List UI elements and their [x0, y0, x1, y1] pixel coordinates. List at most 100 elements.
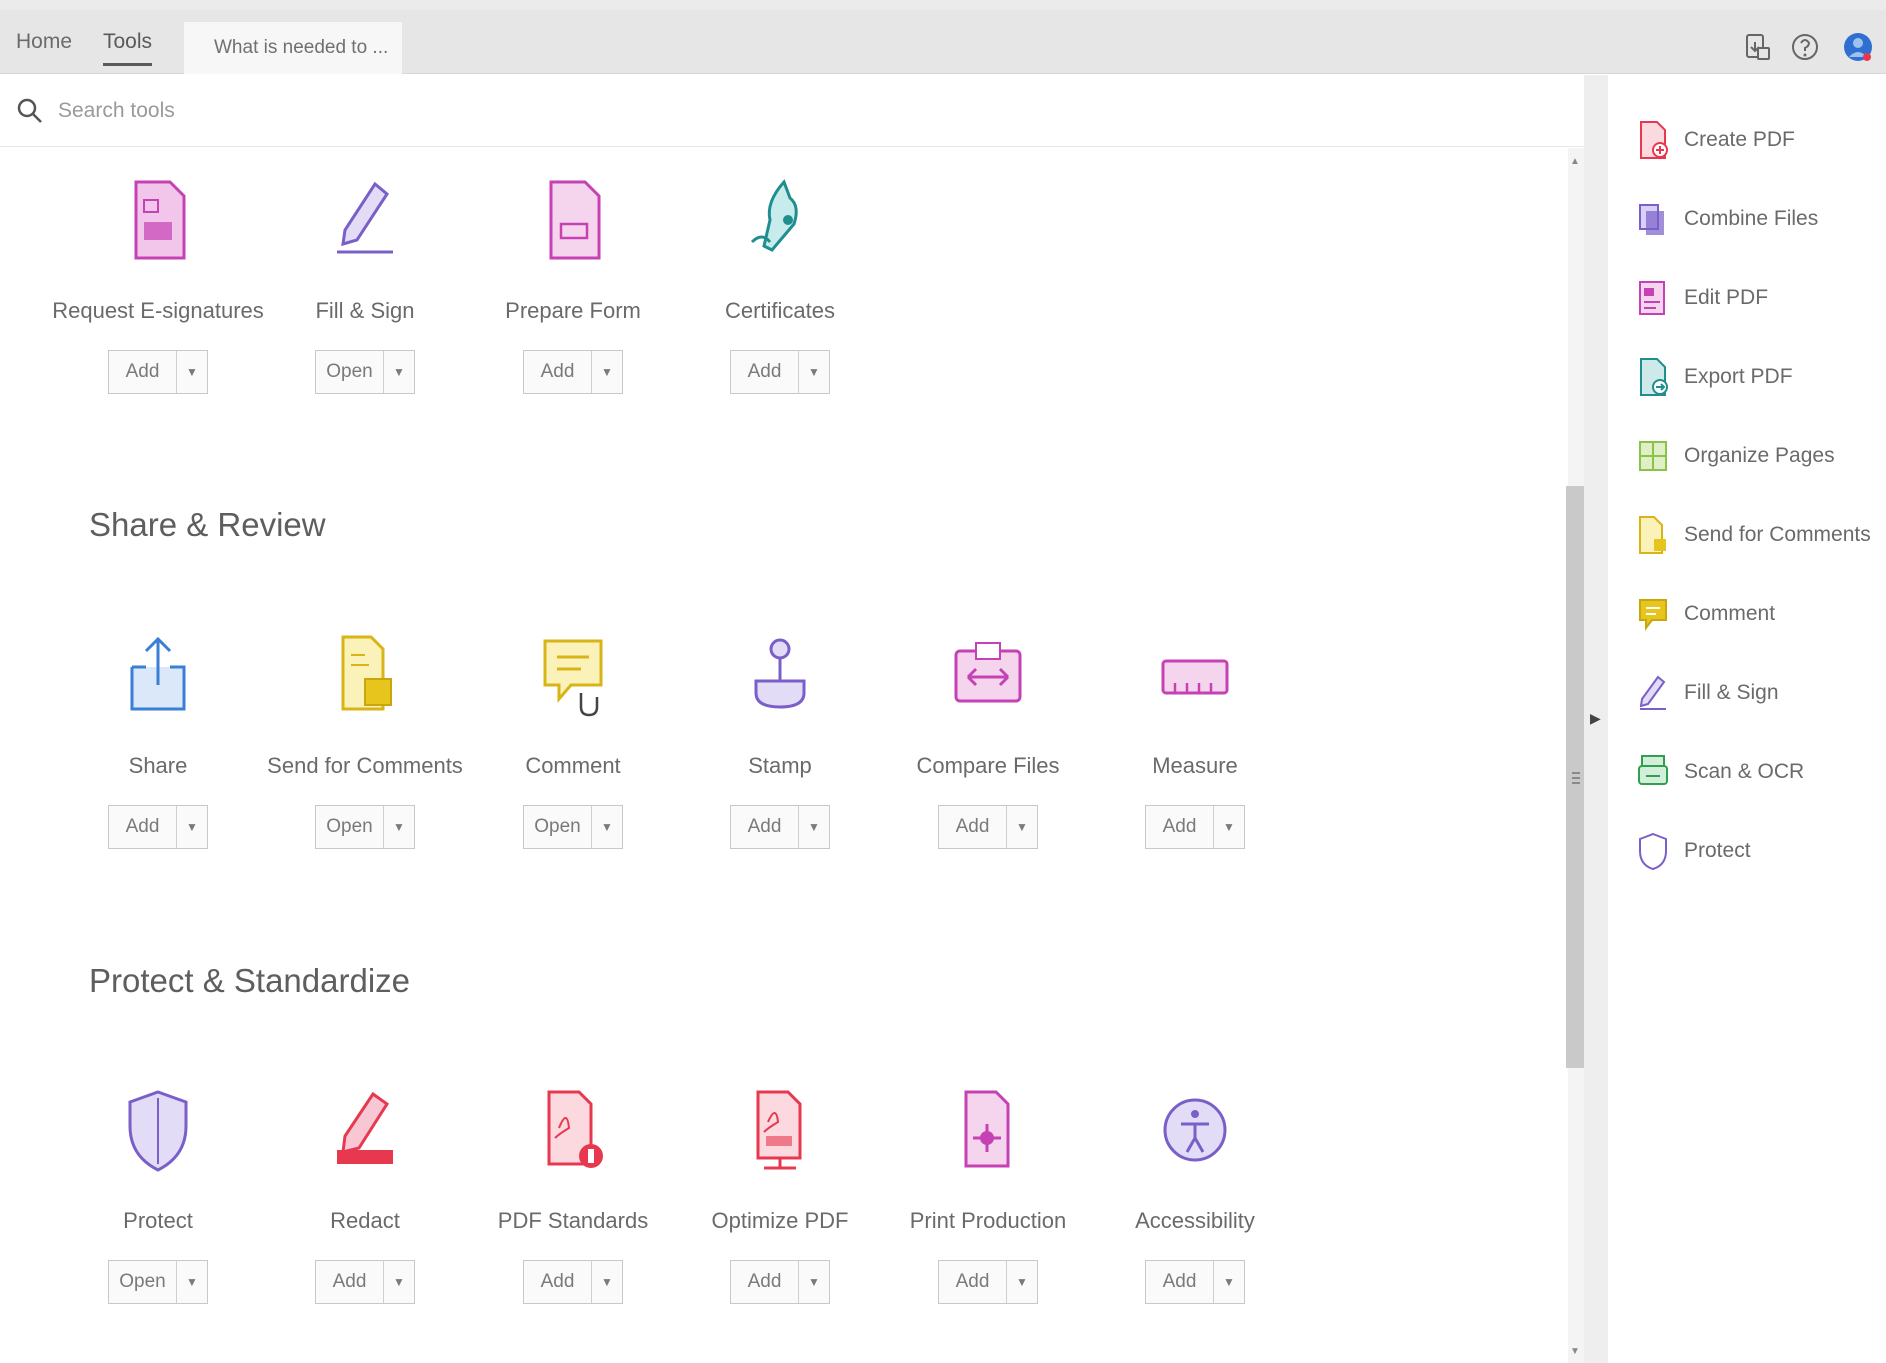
chevron-down-icon[interactable]: ▼ — [592, 1261, 622, 1303]
tool-card-print-production: Print Production Add ▼ — [888, 1088, 1088, 1348]
print-production-icon — [964, 1090, 1010, 1168]
help-icon[interactable] — [1790, 32, 1820, 62]
tool-action-button[interactable]: Add ▼ — [523, 1260, 623, 1304]
section-title-share-review: Share & Review — [89, 506, 326, 543]
mobile-link-icon[interactable] — [1742, 32, 1772, 62]
search-bar — [0, 75, 1584, 147]
tool-action-label[interactable]: Add — [109, 806, 177, 848]
search-icon — [17, 98, 42, 123]
collapse-panel-icon[interactable]: ▶ — [1590, 710, 1601, 727]
tool-action-label[interactable]: Add — [731, 806, 799, 848]
tool-action-label[interactable]: Add — [316, 1261, 384, 1303]
tool-name: Certificates — [724, 298, 836, 323]
tab-document[interactable]: What is needed to ... — [184, 22, 402, 74]
send-comments-icon — [1639, 516, 1666, 554]
tool-action-button[interactable]: Add ▼ — [1145, 1260, 1245, 1304]
tool-card-compare-files: Compare Files Add ▼ — [888, 633, 1088, 893]
chevron-down-icon[interactable]: ▼ — [799, 806, 829, 848]
tool-action-label[interactable]: Open — [109, 1261, 177, 1303]
chevron-down-icon[interactable]: ▼ — [177, 806, 207, 848]
scroll-up-icon[interactable]: ▲ — [1570, 156, 1580, 167]
tool-action-label[interactable]: Add — [939, 1261, 1007, 1303]
panel-item-label: Create PDF — [1684, 128, 1795, 151]
panel-item-fill-sign[interactable]: Fill & Sign — [1636, 668, 1779, 718]
chevron-down-icon[interactable]: ▼ — [384, 1261, 414, 1303]
panel-item-comment[interactable]: Comment — [1636, 589, 1775, 639]
tool-action-button[interactable]: Add ▼ — [730, 805, 830, 849]
panel-item-label: Organize Pages — [1684, 444, 1835, 467]
chevron-down-icon[interactable]: ▼ — [1214, 806, 1244, 848]
panel-item-protect[interactable]: Protect — [1636, 826, 1751, 876]
tool-action-button[interactable]: Add ▼ — [315, 1260, 415, 1304]
tool-action-label[interactable]: Open — [524, 806, 592, 848]
edit-pdf-icon — [1639, 281, 1665, 315]
panel-item-edit-pdf[interactable]: Edit PDF — [1636, 273, 1768, 323]
protect-icon — [1639, 832, 1667, 871]
tool-action-label[interactable]: Add — [524, 1261, 592, 1303]
panel-item-scan-ocr[interactable]: Scan & OCR — [1636, 747, 1804, 797]
tool-action-button[interactable]: Add ▼ — [523, 350, 623, 394]
tool-action-button[interactable]: Add ▼ — [108, 350, 208, 394]
tool-action-label[interactable]: Add — [1146, 806, 1214, 848]
scroll-down-icon[interactable]: ▼ — [1570, 1346, 1580, 1357]
chevron-down-icon[interactable]: ▼ — [799, 1261, 829, 1303]
panel-item-combine-files[interactable]: Combine Files — [1636, 194, 1818, 244]
tool-action-button[interactable]: Add ▼ — [938, 1260, 1038, 1304]
tool-action-button[interactable]: Open ▼ — [315, 805, 415, 849]
tool-action-button[interactable]: Add ▼ — [108, 805, 208, 849]
tool-action-label[interactable]: Add — [524, 351, 592, 393]
protect-icon — [128, 1090, 188, 1172]
chevron-down-icon[interactable]: ▼ — [177, 1261, 207, 1303]
chevron-down-icon[interactable]: ▼ — [799, 351, 829, 393]
accessibility-icon — [1163, 1098, 1227, 1162]
tool-card-pdf-standards: PDF Standards Add ▼ — [473, 1088, 673, 1348]
fill-sign-icon — [1639, 675, 1666, 710]
tool-name: Accessibility — [1135, 1208, 1255, 1233]
tool-name: Measure — [1152, 753, 1238, 778]
tool-action-button[interactable]: Add ▼ — [1145, 805, 1245, 849]
tab-home[interactable]: Home — [16, 22, 72, 62]
chevron-down-icon[interactable]: ▼ — [384, 351, 414, 393]
tool-action-label[interactable]: Add — [1146, 1261, 1214, 1303]
tab-tools[interactable]: Tools — [103, 22, 153, 66]
search-input[interactable] — [58, 98, 658, 123]
avatar-icon[interactable] — [1843, 32, 1873, 62]
panel-item-send-for-comments[interactable]: Send for Comments — [1636, 510, 1871, 560]
tool-action-label[interactable]: Add — [109, 351, 177, 393]
chevron-down-icon[interactable]: ▼ — [1214, 1261, 1244, 1303]
tool-action-label[interactable]: Open — [316, 351, 384, 393]
export-pdf-icon — [1640, 358, 1668, 396]
panel-item-create-pdf[interactable]: Create PDF — [1636, 115, 1795, 165]
chevron-down-icon[interactable]: ▼ — [177, 351, 207, 393]
compare-files-icon — [954, 642, 1022, 703]
tool-card-stamp: Stamp Add ▼ — [680, 633, 880, 893]
tool-action-button[interactable]: Add ▼ — [730, 350, 830, 394]
tool-card-prepare-form: Prepare Form Add ▼ — [473, 178, 673, 438]
tools-grid: Request E-signatures Add ▼ Fill & Sign O… — [0, 148, 1568, 1363]
tool-action-label[interactable]: Add — [731, 1261, 799, 1303]
tool-action-button[interactable]: Add ▼ — [938, 805, 1038, 849]
redact-icon — [337, 1091, 393, 1164]
chevron-down-icon[interactable]: ▼ — [1007, 1261, 1037, 1303]
tool-action-button[interactable]: Add ▼ — [730, 1260, 830, 1304]
chevron-down-icon[interactable]: ▼ — [1007, 806, 1037, 848]
panel-item-export-pdf[interactable]: Export PDF — [1636, 352, 1793, 402]
tab-bar: Home Tools What is needed to ... — [0, 10, 1886, 74]
right-tools-panel: Create PDF Combine Files Edit PDF Export… — [1608, 75, 1886, 1363]
fill-sign-icon — [337, 181, 393, 254]
title-strip — [0, 0, 1886, 10]
tool-action-label[interactable]: Add — [731, 351, 799, 393]
panel-item-organize-pages[interactable]: Organize Pages — [1636, 431, 1835, 481]
tool-action-button[interactable]: Open ▼ — [315, 350, 415, 394]
tool-action-button[interactable]: Open ▼ — [108, 1260, 208, 1304]
chevron-down-icon[interactable]: ▼ — [592, 806, 622, 848]
create-pdf-icon — [1640, 121, 1668, 159]
request-esign-icon — [134, 180, 186, 260]
tool-action-button[interactable]: Open ▼ — [523, 805, 623, 849]
chevron-down-icon[interactable]: ▼ — [592, 351, 622, 393]
tool-action-label[interactable]: Add — [939, 806, 1007, 848]
chevron-down-icon[interactable]: ▼ — [384, 806, 414, 848]
optimize-pdf-icon — [756, 1090, 802, 1170]
panel-item-label: Edit PDF — [1684, 286, 1769, 309]
tool-action-label[interactable]: Open — [316, 806, 384, 848]
